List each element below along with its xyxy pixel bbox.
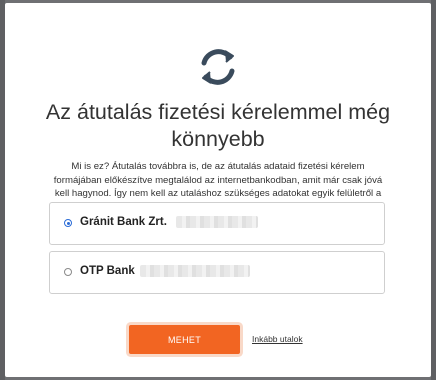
inkabb-utalok-link[interactable]: Inkább utalok <box>252 334 303 344</box>
backdrop-right <box>431 0 436 380</box>
redacted-account <box>140 265 250 277</box>
bank-option-label: OTP Bank <box>80 265 135 277</box>
bank-option-granit[interactable]: Gránit Bank Zrt. <box>49 202 385 245</box>
modal-title: Az átutalás fizetési kérelemmel még könn… <box>45 100 391 151</box>
mehet-button[interactable]: MEHET <box>129 325 240 354</box>
payment-request-modal: Az átutalás fizetési kérelemmel még könn… <box>5 3 431 377</box>
bank-option-otp[interactable]: OTP Bank <box>49 251 385 294</box>
radio-granit[interactable] <box>64 219 72 227</box>
radio-otp[interactable] <box>64 268 72 276</box>
bank-option-label: Gránit Bank Zrt. <box>80 216 167 228</box>
redacted-account <box>176 216 258 228</box>
refresh-icon <box>5 43 431 91</box>
